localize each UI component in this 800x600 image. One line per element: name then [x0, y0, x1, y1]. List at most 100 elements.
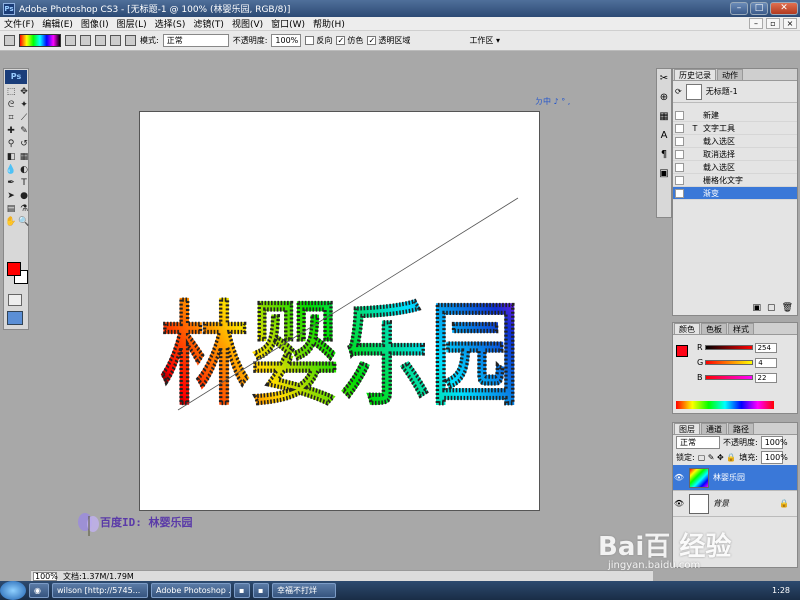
- type-tool-icon[interactable]: T: [18, 177, 30, 189]
- blur-tool-icon[interactable]: 💧: [5, 164, 17, 176]
- magic-wand-tool-icon[interactable]: ✦: [18, 99, 30, 111]
- paragraph-icon[interactable]: ¶: [661, 149, 667, 160]
- doc-restore-button[interactable]: ▫: [766, 18, 780, 29]
- marquee-tool-icon[interactable]: ⬚: [5, 86, 17, 98]
- taskbar-item-photoshop[interactable]: Adobe Photoshop ...: [151, 583, 231, 598]
- menu-select[interactable]: 选择(S): [151, 17, 190, 30]
- history-item[interactable]: 栅格化文字: [673, 174, 797, 187]
- zoom-input[interactable]: 100%: [33, 571, 58, 581]
- document-canvas[interactable]: 林婴乐园: [139, 111, 540, 511]
- clock[interactable]: 1:28: [772, 586, 800, 595]
- quick-mask-icon[interactable]: [8, 294, 22, 306]
- new-snapshot-icon[interactable]: ▢: [767, 303, 776, 313]
- quicklaunch-icon[interactable]: ◉: [29, 583, 49, 598]
- new-document-from-state-icon[interactable]: ▣: [753, 303, 762, 313]
- menu-layer[interactable]: 图层(L): [113, 17, 151, 30]
- tab-paths[interactable]: 路径: [728, 423, 754, 434]
- menu-filter[interactable]: 滤镜(T): [189, 17, 228, 30]
- tool-presets-icon[interactable]: ✂: [660, 73, 668, 84]
- history-item[interactable]: 载入选区: [673, 161, 797, 174]
- foreground-color-swatch[interactable]: [7, 262, 21, 276]
- menu-window[interactable]: 窗口(W): [267, 17, 309, 30]
- diamond-gradient-icon[interactable]: [125, 35, 136, 46]
- ime-toolbar[interactable]: ㄉ中 ♪ ° ,: [535, 96, 605, 107]
- reflected-gradient-icon[interactable]: [110, 35, 121, 46]
- gradient-tool-icon[interactable]: ▦: [18, 151, 30, 163]
- layer-row[interactable]: 👁 背景 🔒: [673, 491, 797, 517]
- lasso-tool-icon[interactable]: ᘓ: [5, 99, 17, 111]
- brush-tool-icon[interactable]: ✎: [18, 125, 30, 137]
- eye-icon[interactable]: 👁: [673, 473, 685, 482]
- notes-tool-icon[interactable]: ▤: [5, 203, 17, 215]
- eye-icon[interactable]: 👁: [673, 499, 685, 508]
- taskbar-item[interactable]: 幸福不打烊: [272, 583, 336, 598]
- slice-tool-icon[interactable]: ⟋: [18, 112, 30, 124]
- fill-input[interactable]: 100%: [760, 451, 788, 464]
- tab-channels[interactable]: 通道: [701, 423, 727, 434]
- gradient-picker[interactable]: [19, 34, 61, 47]
- green-slider[interactable]: [705, 360, 754, 365]
- mode-select[interactable]: 正常: [162, 34, 229, 47]
- transparency-checkbox[interactable]: [367, 36, 377, 45]
- screen-mode-icon[interactable]: [7, 311, 23, 325]
- tab-color[interactable]: 颜色: [674, 323, 700, 334]
- tab-styles[interactable]: 样式: [728, 323, 754, 334]
- tab-actions[interactable]: 动作: [717, 69, 743, 80]
- doc-minimize-button[interactable]: –: [749, 18, 763, 29]
- linear-gradient-icon[interactable]: [65, 35, 76, 46]
- history-snapshot[interactable]: ⟳ 无标题-1: [673, 81, 797, 103]
- zoom-tool-icon[interactable]: 🔍: [18, 216, 30, 228]
- menu-file[interactable]: 文件(F): [0, 17, 38, 30]
- reverse-checkbox[interactable]: [305, 36, 315, 45]
- maximize-button[interactable]: □: [750, 2, 768, 15]
- taskbar-icon[interactable]: ▪: [253, 583, 269, 598]
- history-item[interactable]: 新建: [673, 109, 797, 122]
- red-value-input[interactable]: 254: [754, 342, 777, 353]
- pen-tool-icon[interactable]: ✒: [5, 177, 17, 189]
- menu-view[interactable]: 视图(V): [228, 17, 267, 30]
- move-tool-icon[interactable]: ✥: [18, 86, 30, 98]
- menu-image[interactable]: 图像(I): [77, 17, 113, 30]
- tool-preset-icon[interactable]: [4, 35, 15, 46]
- layer-comps-icon[interactable]: ▣: [659, 168, 668, 179]
- blue-value-input[interactable]: 22: [754, 372, 777, 383]
- document-info[interactable]: 文档:1.37M/1.79M: [63, 571, 134, 582]
- eraser-tool-icon[interactable]: ◧: [5, 151, 17, 163]
- color-panel-foreground-swatch[interactable]: [676, 345, 688, 357]
- delete-state-icon[interactable]: 🗑: [782, 303, 793, 313]
- info-icon[interactable]: ▦: [659, 111, 668, 122]
- tab-swatches[interactable]: 色板: [701, 323, 727, 334]
- stamp-tool-icon[interactable]: ⚲: [5, 138, 17, 150]
- layer-row-active[interactable]: 👁 林婴乐园: [673, 465, 797, 491]
- angle-gradient-icon[interactable]: [95, 35, 106, 46]
- layer-opacity-input[interactable]: 100%: [760, 436, 788, 449]
- history-item[interactable]: T 文字工具: [673, 122, 797, 135]
- menu-help[interactable]: 帮助(H): [309, 17, 349, 30]
- tab-history[interactable]: 历史记录: [674, 69, 716, 80]
- eyedropper-tool-icon[interactable]: ⚗: [18, 203, 30, 215]
- color-spectrum-bar[interactable]: [676, 401, 774, 409]
- blend-mode-select[interactable]: 正常: [676, 436, 720, 449]
- path-select-icon[interactable]: ➤: [5, 190, 17, 202]
- dither-checkbox[interactable]: [336, 36, 346, 45]
- red-slider[interactable]: [704, 345, 753, 350]
- character-icon[interactable]: A: [661, 130, 668, 141]
- workspace-button[interactable]: 工作区 ▾: [469, 35, 500, 46]
- navigator-icon[interactable]: ⊕: [660, 92, 668, 103]
- taskbar-item[interactable]: wilson [http://5745...: [52, 583, 148, 598]
- lock-icons[interactable]: ▢ ✎ ✥ 🔒: [698, 453, 737, 462]
- crop-tool-icon[interactable]: ⌗: [5, 112, 17, 124]
- history-item[interactable]: 取消选择: [673, 148, 797, 161]
- menu-edit[interactable]: 编辑(E): [38, 17, 77, 30]
- history-item-active[interactable]: 渐变: [673, 187, 797, 200]
- doc-close-button[interactable]: ×: [783, 18, 797, 29]
- radial-gradient-icon[interactable]: [80, 35, 91, 46]
- taskbar-icon[interactable]: ▪: [234, 583, 250, 598]
- hand-tool-icon[interactable]: ✋: [5, 216, 17, 228]
- shape-tool-icon[interactable]: ●: [18, 190, 30, 202]
- tab-layers[interactable]: 图层: [674, 423, 700, 434]
- opacity-input[interactable]: 100%: [271, 34, 302, 47]
- dodge-tool-icon[interactable]: ◐: [18, 164, 30, 176]
- start-button[interactable]: [0, 581, 26, 600]
- green-value-input[interactable]: 4: [755, 357, 778, 368]
